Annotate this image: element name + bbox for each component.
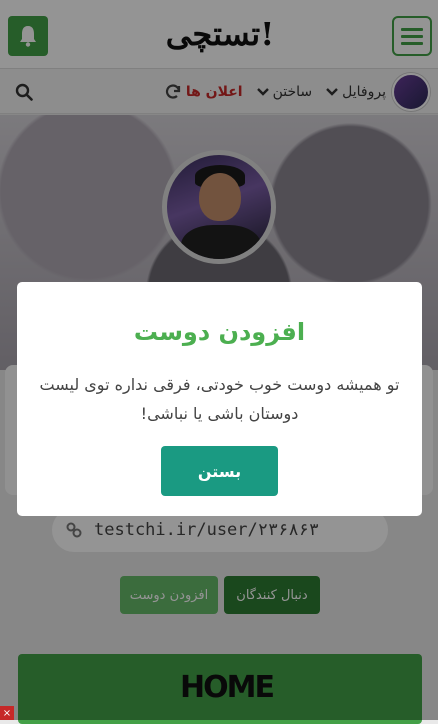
close-icon[interactable]: × bbox=[0, 706, 14, 720]
dialog-title: افزودن دوست bbox=[133, 318, 306, 346]
close-button[interactable]: بستن bbox=[161, 446, 278, 496]
dialog-message: تو همیشه دوست خوب خودتی، فرقی نداره توی … bbox=[39, 375, 400, 423]
add-friend-dialog: افزودن دوست تو همیشه دوست خوب خودتی، فرق… bbox=[17, 282, 422, 516]
